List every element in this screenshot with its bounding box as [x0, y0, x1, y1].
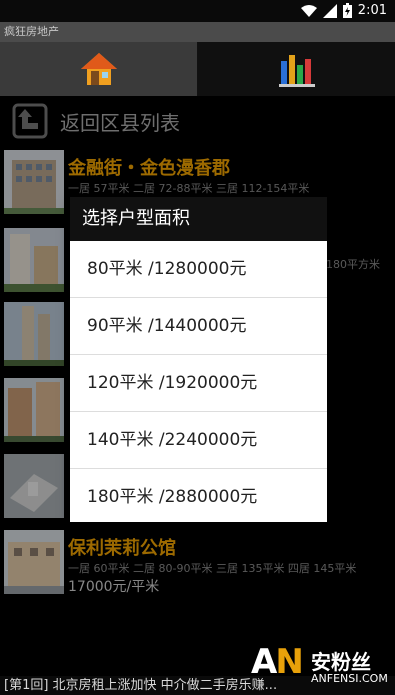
status-bar: 2:01	[0, 0, 395, 22]
tab-stats[interactable]	[198, 42, 395, 96]
watermark-en: ANFENSI.COM	[311, 672, 388, 685]
area-select-dialog: 选择户型面积 80平米 /1280000元 90平米 /1440000元 120…	[70, 197, 327, 522]
area-option-180[interactable]: 180平米 /2880000元	[70, 469, 327, 525]
house-icon	[80, 53, 117, 85]
area-option-120[interactable]: 120平米 /1920000元	[70, 355, 327, 412]
dialog-title: 选择户型面积	[70, 197, 327, 241]
bar-chart-icon	[278, 55, 315, 87]
clock: 2:01	[357, 3, 387, 18]
signal-icon	[322, 3, 337, 18]
area-option-80[interactable]: 80平米 /1280000元	[70, 241, 327, 298]
app-title: 疯狂房地产	[0, 22, 395, 42]
area-option-140[interactable]: 140平米 /2240000元	[70, 412, 327, 469]
tab-bar	[0, 42, 395, 96]
watermark-logo: AN	[251, 642, 304, 682]
battery-icon	[342, 3, 352, 18]
tab-home[interactable]	[0, 42, 198, 96]
site-watermark: AN 安粉丝 ANFENSI.COM	[251, 638, 391, 694]
watermark-cn: 安粉丝	[311, 650, 371, 674]
wifi-icon	[300, 4, 317, 17]
area-option-90[interactable]: 90平米 /1440000元	[70, 298, 327, 355]
